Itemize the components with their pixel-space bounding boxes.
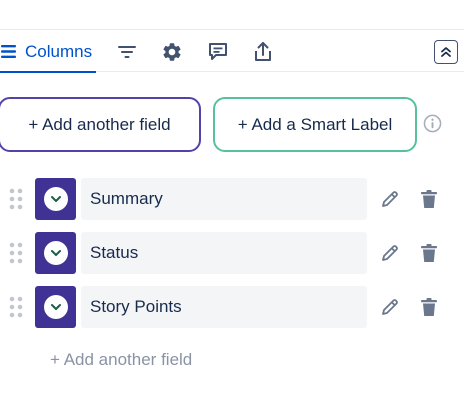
add-smart-label-button[interactable]: + Add a Smart Label [213, 97, 417, 152]
filter-button[interactable] [115, 40, 139, 64]
trash-icon[interactable] [418, 188, 440, 210]
pencil-icon[interactable] [379, 242, 401, 264]
collapse-panel-button[interactable] [434, 40, 458, 64]
share-upload-icon [255, 42, 271, 61]
field-name-input[interactable]: Summary [81, 178, 367, 220]
field-row: Status [0, 232, 464, 274]
field-row: Summary [0, 178, 464, 220]
chevron-down-icon [50, 196, 61, 202]
tab-columns-label: Columns [25, 42, 93, 61]
expand-field-button[interactable] [35, 178, 76, 220]
expand-field-button[interactable] [35, 286, 76, 328]
drag-handle-icon[interactable] [9, 188, 23, 210]
chevron-double-up-icon [441, 47, 451, 57]
filter-icon [118, 46, 136, 58]
chevron-down-icon [50, 250, 61, 256]
toolbar: Columns [0, 31, 464, 73]
drag-handle-icon[interactable] [9, 242, 23, 264]
pencil-icon[interactable] [379, 296, 401, 318]
pencil-icon[interactable] [379, 188, 401, 210]
top-strip [0, 0, 464, 30]
share-button[interactable] [251, 40, 275, 64]
settings-gear-icon [163, 43, 181, 61]
field-row: Story Points [0, 286, 464, 328]
chevron-down-icon [50, 304, 61, 310]
trash-icon[interactable] [418, 242, 440, 264]
comment-icon [209, 43, 227, 60]
comment-button[interactable] [206, 40, 230, 64]
expand-field-button[interactable] [35, 232, 76, 274]
active-tab-underline [0, 71, 96, 73]
tab-columns[interactable]: Columns [0, 31, 96, 73]
info-icon[interactable] [423, 114, 442, 133]
columns-icon [1, 45, 16, 58]
drag-handle-icon[interactable] [9, 296, 23, 318]
add-another-field-button[interactable]: + Add another field [0, 97, 201, 152]
settings-button[interactable] [160, 40, 184, 64]
field-name-input[interactable]: Status [81, 232, 367, 274]
add-another-field-link[interactable]: + Add another field [50, 349, 192, 371]
field-name-input[interactable]: Story Points [81, 286, 367, 328]
trash-icon[interactable] [418, 296, 440, 318]
